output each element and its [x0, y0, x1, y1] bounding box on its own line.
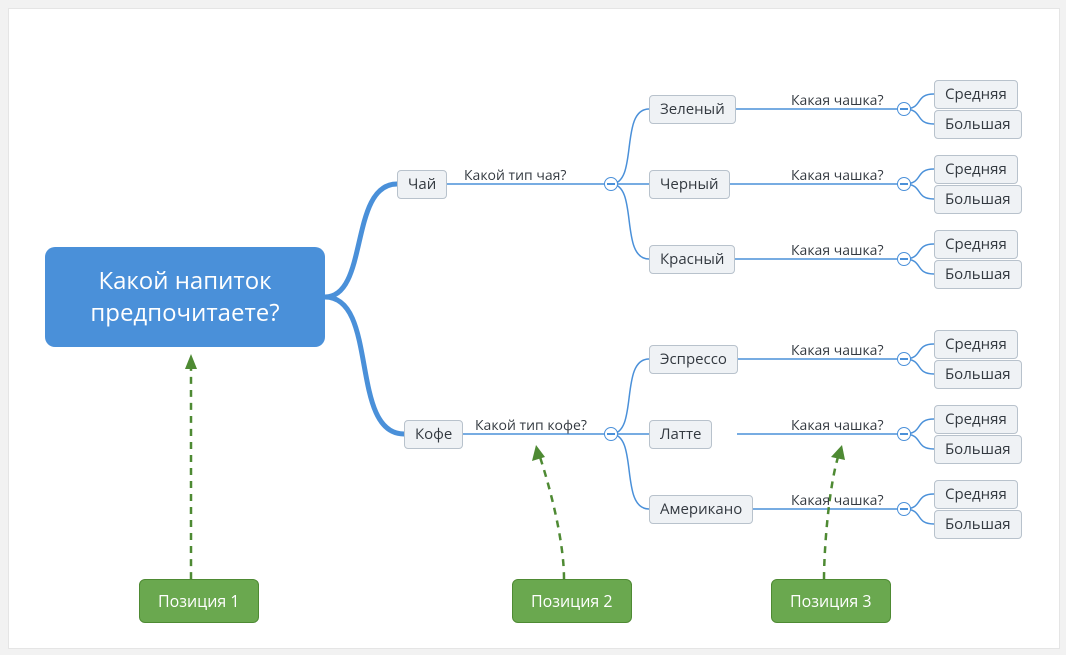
edge-cup-question: Какая чашка? — [791, 91, 884, 110]
edge-coffee-question: Какой тип кофе? — [475, 416, 587, 435]
node-cup-large[interactable]: Большая — [934, 110, 1022, 139]
root-line2: предпочитаете? — [90, 296, 279, 329]
node-cup-large[interactable]: Большая — [934, 185, 1022, 214]
collapse-icon[interactable] — [897, 102, 911, 116]
node-cup-large[interactable]: Большая — [934, 360, 1022, 389]
node-coffee-latte[interactable]: Латте — [649, 420, 712, 449]
node-coffee-espresso[interactable]: Эспрессо — [649, 345, 738, 374]
collapse-icon[interactable] — [604, 427, 618, 441]
edge-cup-question: Какая чашка? — [791, 166, 884, 185]
position-label-1: Позиция 1 — [139, 579, 259, 623]
node-cup-medium[interactable]: Средняя — [934, 80, 1018, 109]
node-tea[interactable]: Чай — [397, 170, 447, 199]
node-cup-medium[interactable]: Средняя — [934, 480, 1018, 509]
node-cup-medium[interactable]: Средняя — [934, 230, 1018, 259]
node-tea-red[interactable]: Красный — [649, 245, 735, 274]
node-coffee-americano[interactable]: Американо — [649, 495, 753, 524]
edge-cup-question: Какая чашка? — [791, 416, 884, 435]
root-line1: Какой напиток — [98, 264, 271, 297]
root-node[interactable]: Какой напиток предпочитаете? — [45, 247, 325, 347]
collapse-icon[interactable] — [897, 427, 911, 441]
position-label-3: Позиция 3 — [771, 579, 891, 623]
collapse-icon[interactable] — [897, 177, 911, 191]
edge-tea-question: Какой тип чая? — [464, 166, 566, 185]
node-tea-green[interactable]: Зеленый — [649, 95, 736, 124]
node-cup-medium[interactable]: Средняя — [934, 405, 1018, 434]
collapse-icon[interactable] — [604, 177, 618, 191]
collapse-icon[interactable] — [897, 252, 911, 266]
node-cup-medium[interactable]: Средняя — [934, 330, 1018, 359]
node-cup-medium[interactable]: Средняя — [934, 155, 1018, 184]
position-label-2: Позиция 2 — [512, 579, 632, 623]
node-cup-large[interactable]: Большая — [934, 435, 1022, 464]
diagram-canvas: Какой напиток предпочитаете? Чай Кофе Ка… — [8, 8, 1060, 649]
node-cup-large[interactable]: Большая — [934, 260, 1022, 289]
collapse-icon[interactable] — [897, 502, 911, 516]
node-coffee[interactable]: Кофе — [404, 420, 463, 449]
edge-cup-question: Какая чашка? — [791, 241, 884, 260]
edge-cup-question: Какая чашка? — [791, 491, 884, 510]
node-cup-large[interactable]: Большая — [934, 510, 1022, 539]
node-tea-black[interactable]: Черный — [649, 170, 730, 199]
edge-cup-question: Какая чашка? — [791, 341, 884, 360]
collapse-icon[interactable] — [897, 352, 911, 366]
